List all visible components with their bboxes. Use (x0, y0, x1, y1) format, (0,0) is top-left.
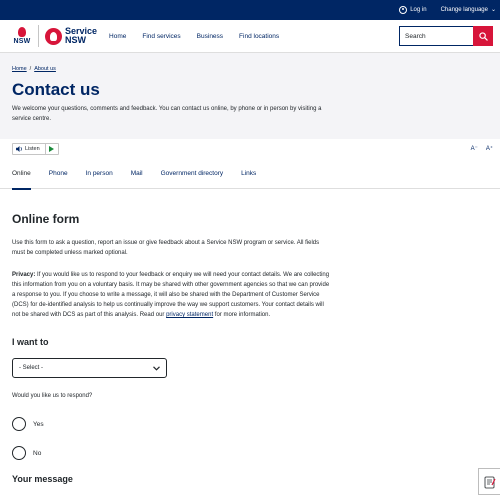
waratah-icon (15, 27, 29, 38)
page-title: Contact us (12, 80, 100, 99)
respond-question: Would you like us to respond? (12, 393, 93, 399)
tab-phone[interactable]: Phone (49, 158, 68, 189)
respond-radio-group: Yes No (12, 417, 488, 460)
feedback-icon (484, 476, 496, 488)
tab-in-person[interactable]: In person (86, 158, 113, 189)
feedback-button[interactable] (478, 468, 500, 495)
search-button[interactable] (473, 26, 493, 46)
accessibility-toolbar: Listen A⁻ A⁺ (0, 139, 500, 158)
main-navigation: Home Find services Business Find locatio… (109, 33, 295, 40)
radio-no[interactable] (12, 446, 26, 460)
increase-font-button[interactable]: A⁺ (486, 145, 493, 152)
login-label: Log in (410, 7, 427, 13)
breadcrumb: Home / About us (12, 66, 488, 72)
listen-button[interactable]: Listen (12, 142, 59, 155)
privacy-end-text: for more information. (214, 312, 271, 318)
breadcrumb-separator: / (29, 66, 32, 72)
service-nsw-wordmark: Service NSW (65, 27, 97, 44)
change-language-button[interactable]: Change language ⌄ (441, 7, 496, 13)
login-link[interactable]: Log in (399, 6, 427, 14)
user-icon (399, 6, 408, 14)
tab-government-directory[interactable]: Government directory (161, 158, 224, 189)
listen-label-wrap: Listen (13, 143, 46, 154)
service-nsw-logo[interactable]: Service NSW (45, 27, 97, 45)
radio-option-yes: Yes (12, 417, 488, 431)
tab-online[interactable]: Online (12, 158, 31, 190)
form-intro: Use this form to ask a question, report … (12, 240, 320, 256)
nav-find-locations[interactable]: Find locations (239, 33, 279, 40)
speaker-icon (16, 145, 22, 152)
privacy-statement-link[interactable]: privacy statement (166, 312, 213, 318)
nsw-logo-text: NSW (13, 38, 31, 45)
site-header: NSW Service NSW Home Find services Busin… (0, 20, 500, 53)
search-box (399, 26, 493, 46)
i-want-to-label: I want to (12, 337, 49, 347)
radio-option-no: No (12, 446, 488, 460)
service-nsw-word-2: NSW (65, 35, 86, 45)
nav-find-services[interactable]: Find services (142, 33, 180, 40)
form-title: Online form (12, 212, 80, 226)
online-form-section: Online form Use this form to ask a quest… (0, 212, 500, 484)
contact-tabs: Online Phone In person Mail Government d… (0, 158, 500, 190)
radio-yes-label[interactable]: Yes (33, 421, 44, 428)
breadcrumb-about-us[interactable]: About us (34, 66, 56, 72)
tab-links[interactable]: Links (241, 158, 256, 189)
search-input[interactable] (399, 26, 473, 46)
page-hero: Home / About us Contact us We welcome yo… (0, 53, 500, 139)
logo-divider (38, 25, 39, 47)
your-message-label: Your message (12, 474, 73, 484)
page-intro: We welcome your questions, comments and … (12, 106, 322, 122)
breadcrumb-home[interactable]: Home (12, 66, 27, 72)
nav-home[interactable]: Home (109, 33, 126, 40)
listen-label: Listen (25, 145, 40, 152)
font-size-controls: A⁻ A⁺ (471, 145, 493, 152)
radio-no-label[interactable]: No (33, 450, 41, 457)
chevron-down-icon: ⌄ (490, 7, 496, 13)
nav-business[interactable]: Business (197, 33, 223, 40)
privacy-notice: Privacy: If you would like us to respond… (12, 270, 332, 320)
radio-yes[interactable] (12, 417, 26, 431)
select-value: - Select - (19, 365, 44, 371)
search-icon (478, 31, 488, 41)
privacy-label: Privacy: (12, 272, 36, 278)
decrease-font-button[interactable]: A⁻ (471, 145, 478, 152)
utility-bar: Log in Change language ⌄ (0, 0, 500, 20)
service-nsw-mark-icon (45, 27, 62, 45)
tab-mail[interactable]: Mail (131, 158, 143, 189)
i-want-to-select[interactable]: - Select - (12, 358, 167, 378)
nsw-government-logo[interactable]: NSW (12, 24, 32, 48)
play-icon (46, 144, 58, 154)
change-language-label: Change language (440, 7, 488, 13)
chevron-down-icon (153, 365, 160, 371)
